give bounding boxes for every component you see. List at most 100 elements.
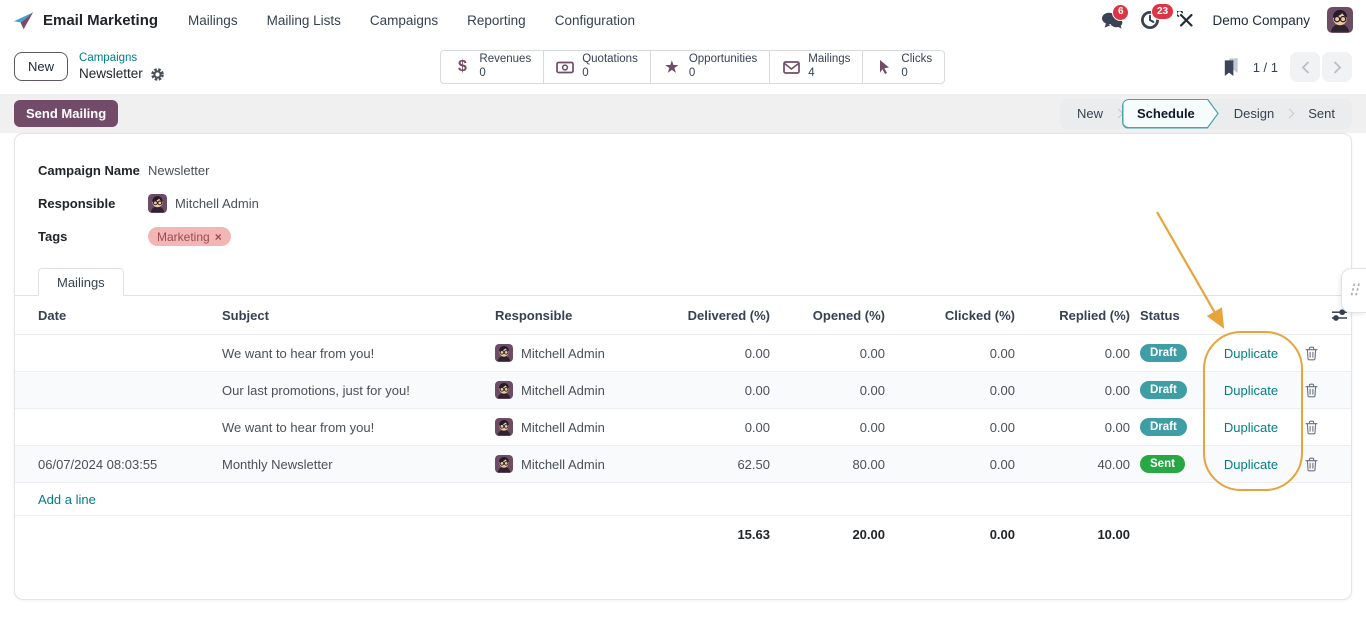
cell-replied[interactable]: 0.00	[1015, 383, 1130, 398]
stat-clicks-button[interactable]: Clicks 0	[863, 51, 944, 83]
banknote-icon	[556, 61, 574, 74]
tag-marketing[interactable]: Marketing ×	[148, 227, 231, 246]
debug-tools-icon[interactable]	[1177, 11, 1195, 29]
stat-quotations-button[interactable]: Quotations 0	[544, 51, 651, 83]
stage-pipeline: New Schedule Design Sent	[1060, 99, 1352, 129]
responsible-label: Responsible	[38, 196, 148, 211]
campaign-name-field[interactable]: Newsletter	[148, 163, 209, 178]
menu-mailing-lists[interactable]: Mailing Lists	[267, 13, 341, 28]
bookmark-icon[interactable]	[1221, 57, 1241, 77]
messages-icon[interactable]: 6	[1101, 11, 1123, 30]
app-title[interactable]: Email Marketing	[43, 12, 158, 29]
tab-mailings[interactable]: Mailings	[38, 268, 124, 296]
stage-design[interactable]: Design	[1219, 99, 1289, 129]
cell-date[interactable]: 06/07/2024 08:03:55	[15, 457, 222, 472]
cell-clicked[interactable]: 0.00	[885, 420, 1015, 435]
delete-row-button[interactable]	[1295, 457, 1327, 472]
app-logo-icon[interactable]	[13, 10, 34, 31]
menu-mailings[interactable]: Mailings	[188, 13, 238, 28]
cell-replied[interactable]: 0.00	[1015, 420, 1130, 435]
status-badge: Draft	[1140, 381, 1187, 399]
cell-delivered[interactable]: 62.50	[655, 457, 770, 472]
cell-delivered[interactable]: 0.00	[655, 346, 770, 361]
stat-value: 4	[808, 67, 850, 81]
duplicate-button[interactable]: Duplicate	[1207, 457, 1295, 472]
delete-row-button[interactable]	[1295, 383, 1327, 398]
header-subject[interactable]: Subject	[222, 308, 495, 323]
cell-replied[interactable]: 0.00	[1015, 346, 1130, 361]
send-mailing-button[interactable]: Send Mailing	[14, 100, 118, 127]
header-clicked[interactable]: Clicked (%)	[885, 308, 1015, 323]
action-gear-icon[interactable]	[150, 67, 165, 82]
cell-responsible[interactable]: Mitchell Admin	[495, 344, 655, 362]
header-date[interactable]: Date	[15, 308, 222, 323]
cell-responsible[interactable]: Mitchell Admin	[495, 455, 655, 473]
delete-row-button[interactable]	[1295, 420, 1327, 435]
stat-label: Quotations	[582, 53, 638, 67]
menu-campaigns[interactable]: Campaigns	[370, 13, 438, 28]
pager-next-button[interactable]	[1322, 52, 1352, 82]
table-row[interactable]: We want to hear from you! Mitchell Admin…	[15, 409, 1351, 446]
form-sheet: Campaign Name Newsletter Responsible Mit…	[14, 133, 1352, 600]
total-delivered: 15.63	[655, 527, 770, 542]
cell-replied[interactable]: 40.00	[1015, 457, 1130, 472]
cell-delivered[interactable]: 0.00	[655, 420, 770, 435]
header-responsible[interactable]: Responsible	[495, 308, 655, 323]
cell-opened[interactable]: 80.00	[770, 457, 885, 472]
cell-responsible[interactable]: Mitchell Admin	[495, 418, 655, 436]
cell-subject[interactable]: We want to hear from you!	[222, 346, 495, 361]
table-row[interactable]: 06/07/2024 08:03:55 Monthly Newsletter M…	[15, 446, 1351, 483]
table-row[interactable]: We want to hear from you! Mitchell Admin…	[15, 335, 1351, 372]
cell-delivered[interactable]: 0.00	[655, 383, 770, 398]
cell-subject[interactable]: We want to hear from you!	[222, 420, 495, 435]
cell-subject[interactable]: Monthly Newsletter	[222, 457, 495, 472]
pager-value: 1 / 1	[1253, 60, 1278, 75]
cell-subject[interactable]: Our last promotions, just for you!	[222, 383, 495, 398]
total-opened: 20.00	[770, 527, 885, 542]
stat-value: 0	[479, 67, 531, 81]
activities-clock-icon[interactable]: 23	[1140, 10, 1160, 30]
breadcrumb-campaigns[interactable]: Campaigns	[79, 52, 165, 66]
header-status[interactable]: Status	[1130, 308, 1207, 323]
cell-responsible[interactable]: Mitchell Admin	[495, 381, 655, 399]
notebook-tabs: Mailings	[15, 268, 1351, 296]
responsible-field[interactable]: Mitchell Admin	[148, 194, 259, 213]
duplicate-button[interactable]: Duplicate	[1207, 420, 1295, 435]
delete-row-button[interactable]	[1295, 346, 1327, 361]
add-a-line-link[interactable]: Add a line	[15, 483, 1351, 516]
header-replied[interactable]: Replied (%)	[1015, 308, 1130, 323]
header-opened[interactable]: Opened (%)	[770, 308, 885, 323]
tag-remove-icon[interactable]: ×	[215, 230, 222, 244]
pager-previous-button[interactable]	[1290, 52, 1320, 82]
duplicate-button[interactable]: Duplicate	[1207, 346, 1295, 361]
top-navbar: Email Marketing Mailings Mailing Lists C…	[0, 0, 1366, 40]
status-badge: Draft	[1140, 344, 1187, 362]
cell-clicked[interactable]: 0.00	[885, 346, 1015, 361]
main-menu: Mailings Mailing Lists Campaigns Reporti…	[188, 13, 635, 28]
cell-clicked[interactable]: 0.00	[885, 457, 1015, 472]
star-icon: ★	[663, 60, 681, 75]
cell-opened[interactable]: 0.00	[770, 420, 885, 435]
duplicate-button[interactable]: Duplicate	[1207, 383, 1295, 398]
chatter-resize-handle[interactable]	[1341, 268, 1366, 313]
stat-mailings-button[interactable]: Mailings 4	[770, 51, 863, 83]
user-avatar[interactable]	[1327, 7, 1353, 33]
stat-revenues-button[interactable]: $ Revenues 0	[441, 51, 544, 83]
company-switcher[interactable]: Demo Company	[1212, 13, 1310, 28]
cell-opened[interactable]: 0.00	[770, 383, 885, 398]
stage-new[interactable]: New	[1062, 99, 1118, 129]
header-delivered[interactable]: Delivered (%)	[655, 308, 770, 323]
table-header-row: Date Subject Responsible Delivered (%) O…	[15, 296, 1351, 335]
stat-value: 0	[689, 67, 757, 81]
menu-reporting[interactable]: Reporting	[467, 13, 526, 28]
new-button[interactable]: New	[14, 52, 68, 81]
messages-count-badge: 6	[1112, 4, 1129, 21]
menu-configuration[interactable]: Configuration	[555, 13, 635, 28]
stage-schedule[interactable]: Schedule	[1122, 99, 1219, 129]
control-panel: New Campaigns Newsletter $ Revenues 0	[0, 40, 1366, 94]
table-row[interactable]: Our last promotions, just for you! Mitch…	[15, 372, 1351, 409]
stage-sent[interactable]: Sent	[1293, 99, 1350, 129]
cell-opened[interactable]: 0.00	[770, 346, 885, 361]
stat-opportunities-button[interactable]: ★ Opportunities 0	[651, 51, 770, 83]
cell-clicked[interactable]: 0.00	[885, 383, 1015, 398]
